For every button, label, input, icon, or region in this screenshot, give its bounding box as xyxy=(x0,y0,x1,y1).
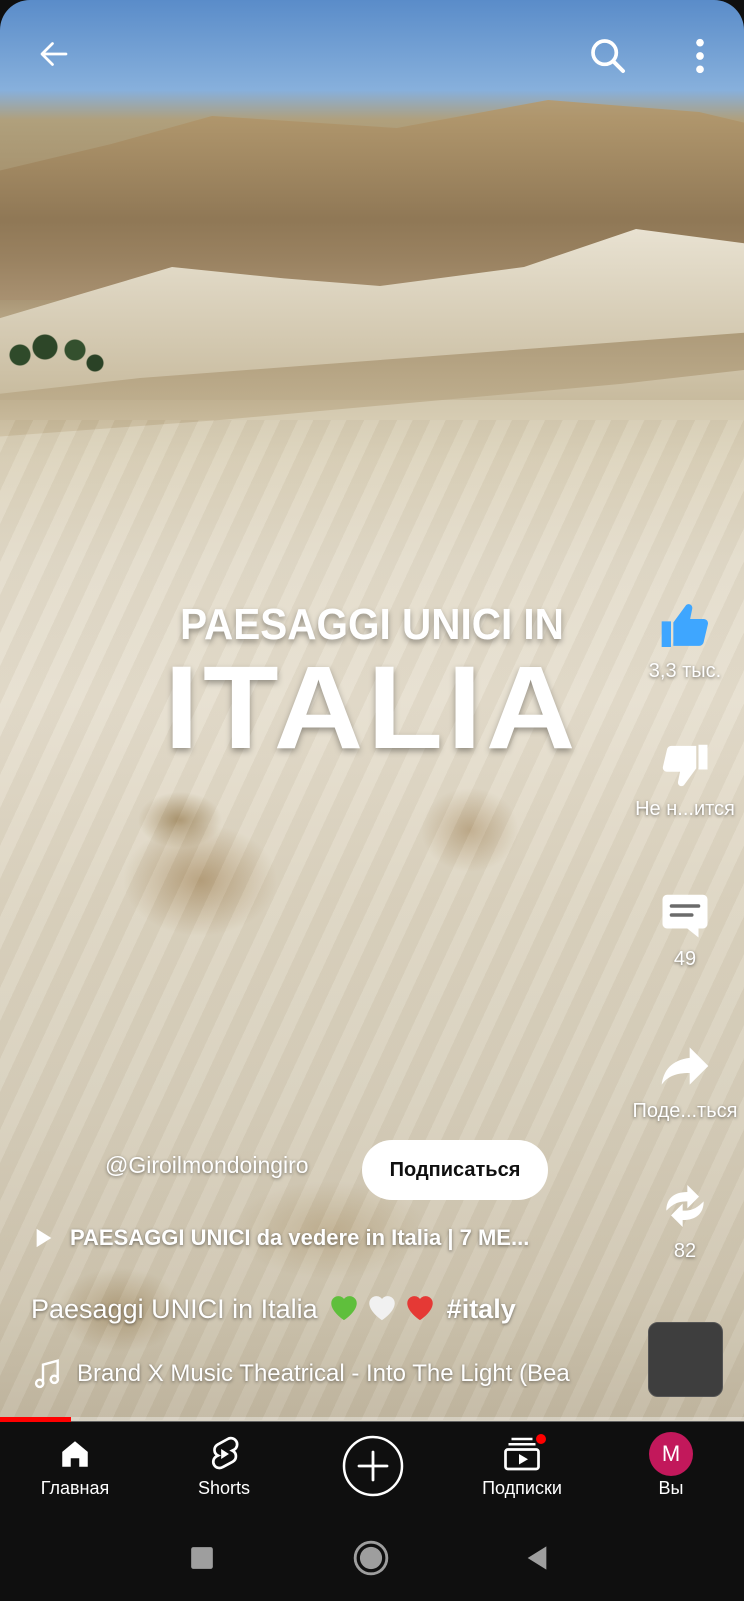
background-trees xyxy=(0,325,110,385)
white-heart-icon xyxy=(365,1290,399,1329)
arrow-left-icon xyxy=(40,42,68,66)
search-icon xyxy=(591,39,625,73)
dislike-label: Не н...ится xyxy=(635,798,735,820)
shorts-icon xyxy=(211,1436,239,1470)
nav-create[interactable] xyxy=(303,1422,443,1518)
share-button[interactable]: Поде...ться xyxy=(620,1038,744,1123)
dislike-button[interactable]: Не н...ится xyxy=(620,738,744,821)
like-button[interactable]: 3,3 тыс. xyxy=(620,598,744,683)
thumbs-up-icon xyxy=(661,604,709,647)
notification-dot xyxy=(534,1432,548,1446)
nav-subscriptions-label: Подписки xyxy=(482,1478,562,1498)
nav-home-label: Главная xyxy=(40,1478,110,1498)
play-icon xyxy=(36,1228,52,1248)
nav-subscriptions[interactable]: Подписки xyxy=(452,1422,592,1518)
triangle-back-icon xyxy=(527,1546,547,1570)
music-title: Brand X Music Theatrical - Into The Ligh… xyxy=(77,1360,570,1387)
channel-handle[interactable]: @Giroilmondoingiro xyxy=(105,1152,309,1179)
remix-icon xyxy=(666,1185,704,1227)
like-count: 3,3 тыс. xyxy=(648,660,722,682)
comments-count: 49 xyxy=(673,948,697,970)
nav-shorts-label: Shorts xyxy=(197,1478,251,1498)
more-vert-icon xyxy=(696,38,704,74)
share-arrow-icon xyxy=(661,1047,709,1085)
nav-shorts[interactable]: Shorts xyxy=(154,1422,294,1518)
recents-button[interactable] xyxy=(177,1538,227,1578)
circle-icon xyxy=(353,1540,389,1576)
subscribe-button[interactable]: Подписаться xyxy=(362,1140,548,1200)
system-home-button[interactable] xyxy=(346,1538,396,1578)
video-title[interactable]: Paesaggi UNICI in Italia #italy xyxy=(31,1290,516,1329)
comments-button[interactable]: 49 xyxy=(620,888,744,971)
remix-button[interactable]: 82 xyxy=(620,1178,744,1263)
playlist-title: PAESAGGI UNICI da vedere in Italia | 7 M… xyxy=(70,1225,530,1250)
remix-count: 82 xyxy=(673,1240,697,1262)
more-options-button[interactable] xyxy=(672,28,728,84)
music-link[interactable]: Brand X Music Theatrical - Into The Ligh… xyxy=(33,1358,617,1390)
back-button[interactable] xyxy=(26,26,82,82)
playlist-link[interactable]: PAESAGGI UNICI da vedere in Italia | 7 M… xyxy=(34,1225,529,1251)
bottom-navigation: Главная Shorts Подписки M Вы xyxy=(0,1422,744,1518)
hashtag-link[interactable]: #italy xyxy=(447,1294,516,1324)
avatar: M xyxy=(649,1432,693,1476)
comment-icon xyxy=(662,894,708,938)
music-note-icon xyxy=(34,1359,60,1389)
system-back-button[interactable] xyxy=(512,1538,562,1578)
video-title-text: Paesaggi UNICI in Italia xyxy=(31,1294,318,1324)
nav-home[interactable]: Главная xyxy=(5,1422,145,1518)
nav-you-label: Вы xyxy=(658,1478,684,1498)
nav-you[interactable]: M Вы xyxy=(601,1422,741,1518)
share-label: Поде...ться xyxy=(632,1100,738,1122)
system-navigation-bar xyxy=(0,1518,744,1601)
red-heart-icon xyxy=(403,1290,437,1329)
green-heart-icon xyxy=(327,1290,361,1329)
create-plus-icon xyxy=(342,1435,404,1497)
thumbs-down-icon xyxy=(662,744,708,787)
sound-thumbnail[interactable] xyxy=(648,1322,723,1397)
search-button[interactable] xyxy=(580,28,636,84)
home-icon xyxy=(62,1441,88,1467)
square-icon xyxy=(191,1547,213,1569)
